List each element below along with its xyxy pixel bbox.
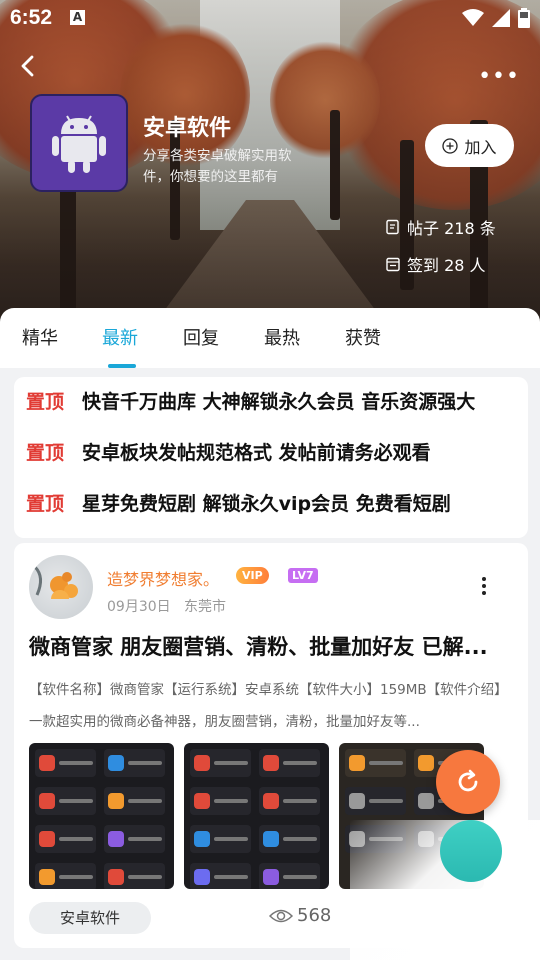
status-bar: 6:52 A [0, 0, 540, 36]
calendar-icon [386, 257, 400, 272]
back-arrow-icon[interactable] [16, 54, 40, 78]
post-location: 东莞市 [184, 599, 226, 615]
pinned-item[interactable]: 置顶 星芽免费短剧 解锁永久vip会员 免费看短剧 [26, 489, 451, 516]
posts-count-text: 帖子 218 条 [407, 219, 496, 238]
pinned-tag: 置顶 [26, 391, 65, 413]
pinned-title: 快音千万曲库 大神解锁永久会员 音乐资源强大 [82, 391, 476, 413]
app-logo [30, 94, 128, 192]
view-count: 568 [269, 905, 331, 926]
active-tab-indicator [108, 364, 136, 368]
status-time: 6:52 [10, 6, 53, 29]
view-count-text: 568 [297, 905, 332, 926]
refresh-button[interactable] [436, 750, 500, 814]
pinned-tag: 置顶 [26, 493, 65, 515]
a-icon: A [70, 10, 85, 25]
signal-icon [492, 9, 510, 27]
forum-name: 安卓软件 [143, 116, 232, 141]
pinned-item[interactable]: 置顶 安卓板块发帖规范格式 发帖前请务必观看 [26, 438, 431, 465]
posts-count: 帖子 218 条 [385, 215, 496, 239]
compose-button[interactable] [440, 820, 502, 882]
pinned-tag: 置顶 [26, 442, 65, 464]
category-tag[interactable]: 安卓软件 [29, 902, 151, 934]
forum-description: 分享各类安卓破解实用软件，你想要的这里都有 [143, 148, 292, 185]
post-title[interactable]: 微商管家 朋友圈营销、清粉、批量加好友 已解... [29, 631, 519, 661]
plus-circle-icon [442, 137, 459, 154]
document-icon [386, 219, 399, 235]
post-date: 09月30日 [107, 599, 171, 615]
tab-bar: 精华 最新 回复 最热 获赞 [0, 308, 540, 368]
post-meta: 09月30日 东莞市 [107, 596, 226, 616]
join-button[interactable]: 加入 [425, 124, 514, 167]
username[interactable]: 造梦界梦想家。 [107, 566, 219, 590]
battery-icon [518, 8, 530, 28]
refresh-icon [458, 769, 478, 792]
post-excerpt: 【软件名称】微商管家【运行系统】安卓系统【软件大小】159MB【软件介绍】一款超… [29, 682, 508, 730]
pinned-posts: 置顶 快音千万曲库 大神解锁永久会员 音乐资源强大 置顶 安卓板块发帖规范格式 … [14, 377, 528, 538]
pinned-title: 星芽免费短剧 解锁永久vip会员 免费看短剧 [82, 493, 451, 515]
post-menu-icon[interactable] [482, 577, 486, 595]
android-icon [52, 115, 106, 173]
avatar[interactable] [29, 555, 93, 619]
pinned-item[interactable]: 置顶 快音千万曲库 大神解锁永久会员 音乐资源强大 [26, 387, 475, 414]
checkins-count: 签到 28 人 [385, 252, 486, 276]
post-image[interactable] [29, 743, 174, 889]
level-badge: LV7 [288, 568, 318, 583]
eye-icon [269, 909, 293, 922]
status-icons [462, 8, 530, 28]
oranges-avatar-image [33, 565, 78, 599]
join-label: 加入 [464, 137, 497, 157]
vip-badge: VIP [236, 567, 269, 584]
tab-latest[interactable]: 最新 [102, 324, 138, 350]
tab-hottest[interactable]: 最热 [264, 324, 300, 350]
wifi-icon [462, 9, 484, 26]
more-options-icon[interactable]: ••• [478, 64, 520, 89]
tab-featured[interactable]: 精华 [22, 324, 58, 350]
post-image[interactable] [184, 743, 329, 889]
tab-replies[interactable]: 回复 [183, 324, 219, 350]
pinned-title: 安卓板块发帖规范格式 发帖前请务必观看 [82, 442, 431, 464]
tab-liked[interactable]: 获赞 [345, 324, 381, 350]
checkins-count-text: 签到 28 人 [407, 256, 486, 275]
